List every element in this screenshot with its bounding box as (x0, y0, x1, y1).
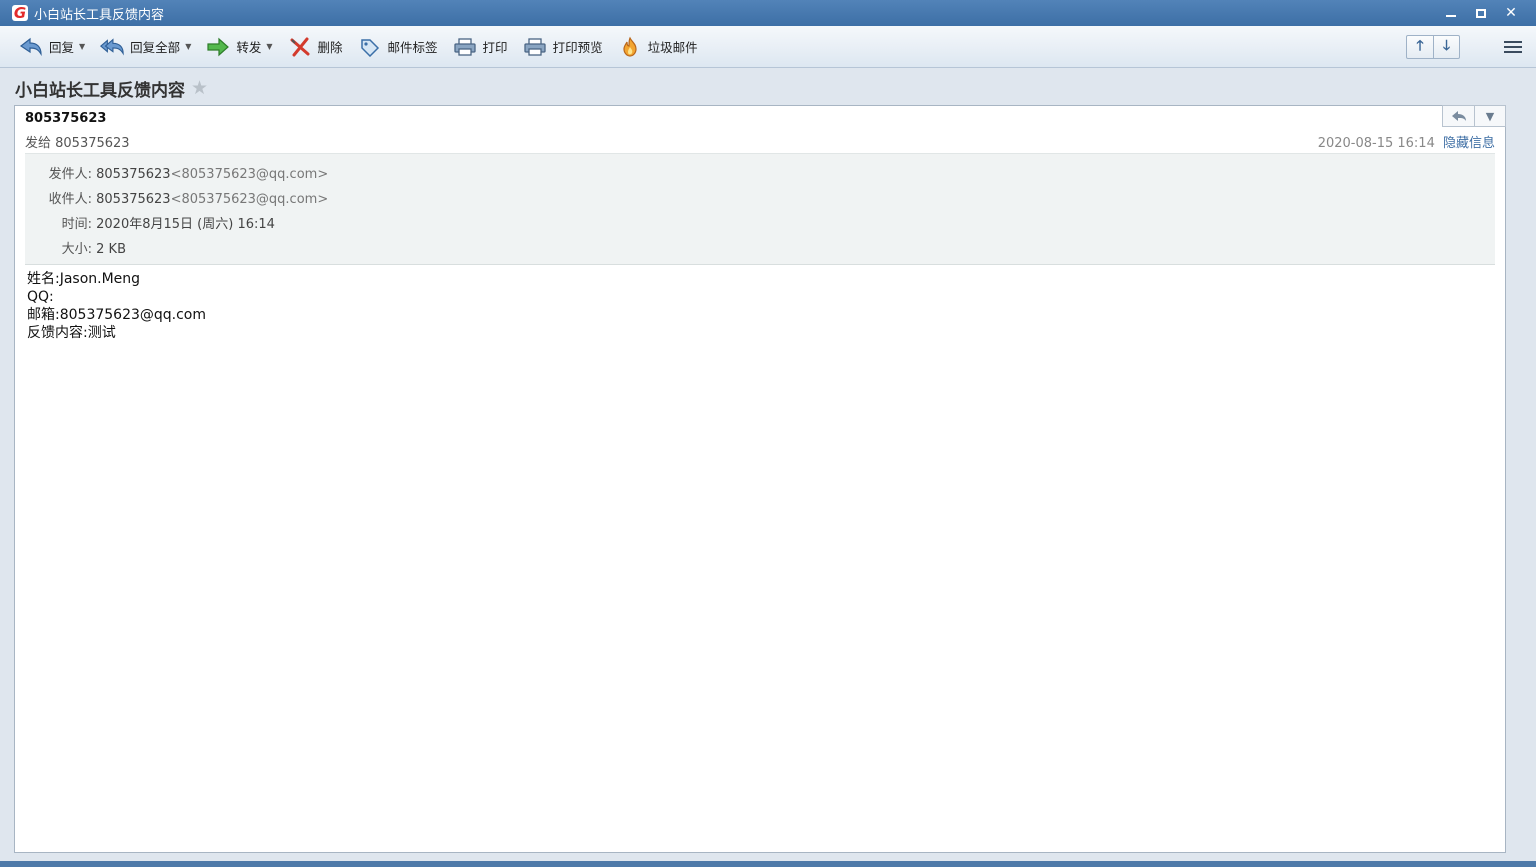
from-label: 发件人: (48, 167, 92, 182)
body-line-name: 姓名:Jason.Meng (27, 271, 141, 287)
detail-from: 发件人: 805375623<805375623@qq.com> (29, 163, 329, 182)
maximize-icon (1476, 8, 1486, 18)
minimize-icon (1446, 15, 1456, 17)
print-label: 打印 (482, 40, 508, 55)
time-label: 时间: (61, 217, 92, 232)
reply-arrow-icon (1451, 111, 1466, 121)
window-controls: ✕ (1436, 0, 1526, 26)
arrow-down-icon: 🡓 (1442, 38, 1451, 54)
window-bottom-border (0, 861, 1536, 867)
chevron-down-icon: ▼ (266, 42, 273, 51)
detail-size: 大小: 2 KB (29, 238, 126, 257)
spam-flame-icon (617, 36, 643, 58)
hide-info-link[interactable]: 隐藏信息 (1443, 136, 1495, 151)
body-line-email: 邮箱:805375623@qq.com (27, 307, 207, 323)
chevron-down-icon: ▼ (79, 42, 86, 51)
close-icon: ✕ (1505, 5, 1517, 21)
printer-icon (452, 36, 478, 58)
from-address[interactable]: <805375623@qq.com> (171, 167, 329, 182)
forward-button[interactable]: 转发 ▼ (205, 32, 273, 62)
detail-time: 时间: 2020年8月15日 (周六) 16:14 (29, 213, 275, 232)
menu-list-icon[interactable] (1504, 38, 1522, 56)
body-line-feedback: 反馈内容:测试 (27, 325, 116, 341)
forward-arrow-icon (205, 36, 231, 58)
to-label: 收件人: (48, 192, 92, 207)
reply-all-button[interactable]: 回复全部 ▼ (99, 32, 191, 62)
mail-date: 2020-08-15 16:14 (1317, 136, 1435, 151)
next-mail-button[interactable]: 🡓 (1433, 36, 1459, 58)
minimize-button[interactable] (1436, 0, 1466, 26)
reply-label: 回复 (49, 40, 75, 55)
size-label: 大小: (61, 242, 92, 257)
size-value: 2 KB (96, 242, 126, 257)
reply-button[interactable]: 回复 ▼ (18, 32, 85, 62)
delete-x-icon (287, 36, 313, 58)
print-preview-button[interactable]: 打印预览 (522, 32, 603, 62)
chevron-down-icon: ▼ (185, 42, 192, 51)
print-button[interactable]: 打印 (452, 32, 508, 62)
date-info: 2020-08-15 16:14 隐藏信息 (1318, 132, 1495, 151)
to-address[interactable]: <805375623@qq.com> (171, 192, 329, 207)
to-name: 805375623 (96, 192, 171, 207)
close-button[interactable]: ✕ (1496, 0, 1526, 26)
tag-icon (357, 36, 383, 58)
quick-reply-button[interactable] (1443, 106, 1474, 126)
detail-to: 收件人: 805375623<805375623@qq.com> (29, 188, 329, 207)
spam-button[interactable]: 垃圾邮件 (617, 32, 698, 62)
maximize-button[interactable] (1466, 0, 1496, 26)
toolbar-right: 🡑 🡓 (1406, 26, 1522, 68)
mail-navigation: 🡑 🡓 (1406, 35, 1460, 59)
print-preview-label: 打印预览 (552, 40, 603, 55)
star-icon[interactable]: ★ (191, 78, 208, 98)
chevron-down-icon: ▼ (1485, 109, 1495, 123)
app-logo-icon: G (12, 4, 28, 22)
body-line-qq: QQ: (27, 289, 54, 305)
sender-name: 805375623 (25, 111, 107, 126)
toolbar: 回复 ▼ 回复全部 ▼ 转发 ▼ 删除 邮件标签 打印 打印预览 垃圾邮件 🡑 … (0, 26, 1536, 68)
delete-label: 删除 (317, 40, 343, 55)
header-tools: ▼ (1442, 105, 1506, 127)
sent-to: 发给 805375623 (25, 136, 130, 151)
mail-details: 发件人: 805375623<805375623@qq.com> 收件人: 80… (25, 153, 1495, 265)
title-bar: G 小白站长工具反馈内容 ✕ (0, 0, 1536, 26)
time-value: 2020年8月15日 (周六) 16:14 (96, 217, 275, 232)
from-name: 805375623 (96, 167, 171, 182)
reply-all-label: 回复全部 (130, 40, 181, 55)
reply-arrow-icon (18, 36, 44, 58)
mail-panel: 805375623 发给 805375623 ▼ 2020-08-15 16:1… (14, 105, 1506, 853)
reply-all-arrow-icon (99, 36, 125, 58)
window-title: 小白站长工具反馈内容 (34, 7, 165, 23)
more-options-button[interactable]: ▼ (1474, 106, 1505, 126)
spam-label: 垃圾邮件 (647, 40, 698, 55)
forward-label: 转发 (236, 40, 262, 55)
subject-row: 小白站长工具反馈内容 ★ (15, 74, 208, 102)
print-preview-icon (522, 36, 548, 58)
arrow-up-icon: 🡑 (1416, 38, 1424, 54)
mail-body: 姓名:Jason.Meng QQ: 邮箱:805375623@qq.com 反馈… (27, 270, 206, 342)
previous-mail-button[interactable]: 🡑 (1407, 36, 1433, 58)
mail-tag-label: 邮件标签 (387, 40, 438, 55)
delete-button[interactable]: 删除 (287, 32, 343, 62)
mail-tag-button[interactable]: 邮件标签 (357, 32, 438, 62)
mail-subject: 小白站长工具反馈内容 (15, 80, 185, 101)
